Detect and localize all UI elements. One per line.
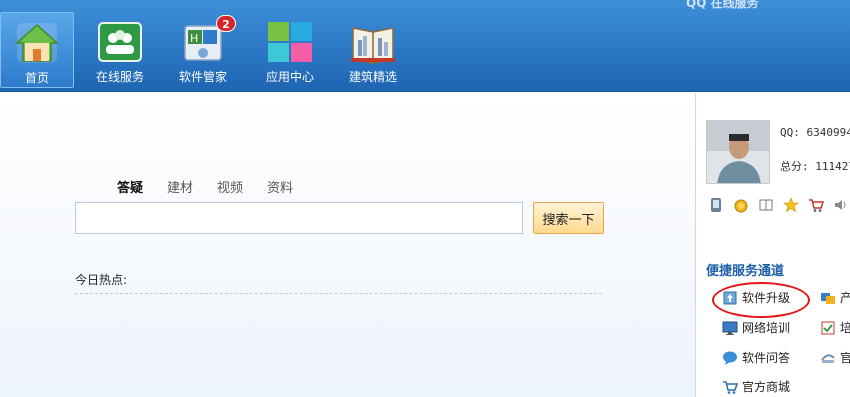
service-product[interactable]: 产 <box>820 289 850 306</box>
service-label-training: 培 <box>840 321 850 335</box>
service-label-online-training: 网络培训 <box>742 321 791 335</box>
nav-label-software-manager: 软件管家 <box>178 70 227 84</box>
qq-number: QQ: 63409947 <box>780 126 850 139</box>
online-service-icon <box>98 22 142 62</box>
official-icon <box>821 353 835 363</box>
nav-label-app-center: 应用中心 <box>265 70 314 84</box>
search-button[interactable]: 搜索一下 <box>533 202 604 234</box>
tab-qa[interactable]: 答疑 <box>117 177 143 196</box>
total-score: 总分: 111427 <box>780 160 850 173</box>
sidebar: QQ: 63409947 总分: 111427 便捷服务通道 软件升级 网络培训 <box>696 93 850 397</box>
avatar-photo <box>707 121 769 183</box>
nav-item-online-service[interactable]: 在线服务 <box>83 12 157 88</box>
service-label-product: 产 <box>840 291 850 305</box>
service-official[interactable]: 官 <box>820 349 850 366</box>
tab-documents[interactable]: 资料 <box>267 177 293 196</box>
speaker-icon[interactable] <box>833 197 849 213</box>
tab-video[interactable]: 视频 <box>217 177 243 196</box>
phone-icon[interactable] <box>708 197 724 213</box>
cart-icon[interactable] <box>808 197 824 213</box>
star-icon[interactable] <box>783 197 799 213</box>
nav-label-building-selection: 建筑精选 <box>348 70 397 84</box>
service-label-official-store: 官方商城 <box>742 380 791 394</box>
top-navigation-bar: QQ 在线服务 首页 在线服务 H 2 软件管家 应用中心 建筑精选 <box>0 0 850 92</box>
app-center-icon <box>268 22 312 62</box>
service-official-store[interactable]: 官方商城 <box>722 378 790 395</box>
service-training[interactable]: 培 <box>820 319 850 336</box>
home-icon <box>15 23 59 63</box>
chat-bubble-icon <box>723 351 737 365</box>
svg-text:H: H <box>190 32 198 45</box>
building-book-icon <box>351 27 395 64</box>
monitor-icon <box>722 321 738 335</box>
nav-label-home: 首页 <box>24 71 49 85</box>
checklist-icon <box>821 321 835 334</box>
nav-item-building-selection[interactable]: 建筑精选 <box>336 12 410 88</box>
hot-topics-label: 今日热点: <box>75 273 128 287</box>
nav-item-home[interactable]: 首页 <box>0 12 74 88</box>
tab-building-materials[interactable]: 建材 <box>167 177 193 196</box>
search-tabs: 答疑 建材 视频 资料 <box>117 177 293 196</box>
hot-topics-divider <box>75 293 602 294</box>
profile-icon-row <box>708 197 849 213</box>
search-input[interactable] <box>75 202 523 234</box>
nav-item-software-manager[interactable]: H 2 软件管家 <box>166 12 240 88</box>
nav-item-app-center[interactable]: 应用中心 <box>253 12 327 88</box>
book-icon[interactable] <box>758 197 774 213</box>
service-online-training[interactable]: 网络培训 <box>722 319 790 336</box>
window-title: QQ 在线服务 <box>686 0 759 10</box>
service-label-software-qa: 软件问答 <box>742 351 791 365</box>
software-manager-badge: 2 <box>216 15 236 32</box>
medal-icon[interactable] <box>733 197 749 213</box>
avatar[interactable] <box>706 120 770 184</box>
service-label-official: 官 <box>840 351 850 365</box>
service-software-qa[interactable]: 软件问答 <box>722 349 790 366</box>
nav-label-online-service: 在线服务 <box>95 70 144 84</box>
product-icon <box>821 292 835 304</box>
highlight-circle <box>712 282 810 318</box>
main-content <box>0 93 695 397</box>
cart-icon <box>723 380 738 394</box>
services-title: 便捷服务通道 <box>706 264 785 279</box>
